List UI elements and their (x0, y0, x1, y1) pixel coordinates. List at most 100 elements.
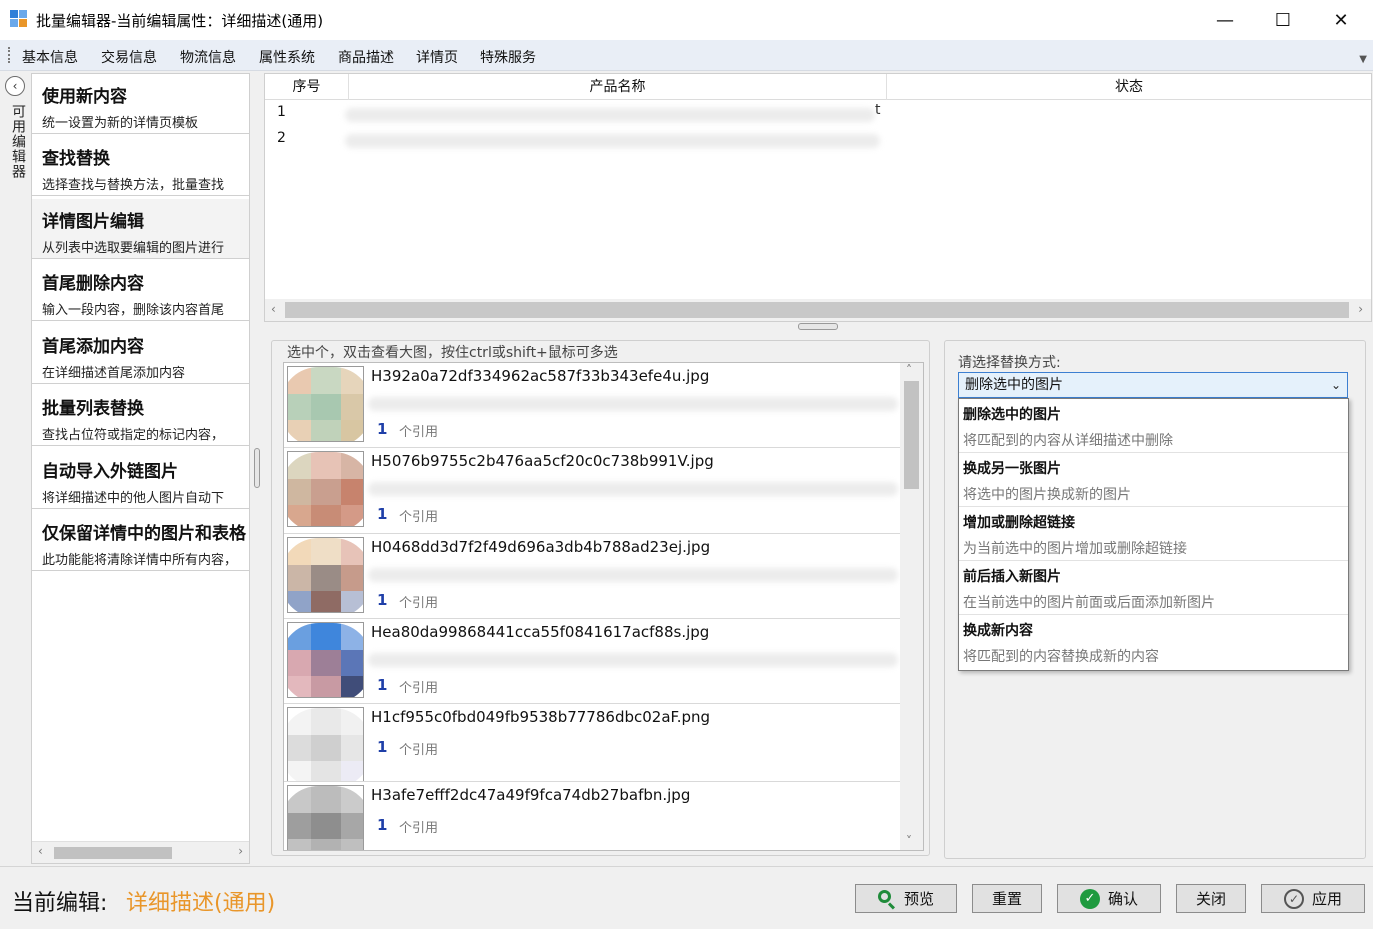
thumbnail-tile (288, 393, 312, 421)
replace-option-delete-image[interactable]: 删除选中的图片 将匹配到的内容从详细描述中删除 (959, 399, 1348, 453)
feature-item-trim-content[interactable]: 首尾删除内容 输入一段内容，删除该内容首尾 (32, 261, 249, 321)
tab-detail-page[interactable]: 详情页 (416, 47, 458, 67)
close-window-button[interactable]: ✕ (1312, 0, 1370, 40)
overflow-chevron-icon[interactable]: ▼ (1359, 54, 1367, 65)
thumbnail-tile (311, 761, 341, 781)
chevron-down-icon[interactable]: ⌄ (1331, 373, 1341, 397)
feature-item-keep-images-tables[interactable]: 仅保留详情中的图片和表格 此功能能将清除详情中所有内容， (32, 511, 249, 571)
tab-trade-info[interactable]: 交易信息 (101, 47, 157, 67)
collapse-sidebar-icon[interactable]: ‹ (5, 76, 25, 96)
image-thumbnail[interactable] (287, 707, 364, 781)
toolbar-grip-icon[interactable] (8, 47, 10, 63)
image-list-item[interactable]: H0468dd3d7f2f49d696a3db4b788ad23ej.jpg 1… (284, 534, 900, 619)
image-file-name: H5076b9755c2b476aa5cf20c0c738b991V.jpg (371, 452, 714, 470)
replace-option-new-content[interactable]: 换成新内容 将匹配到的内容替换成新的内容 (959, 615, 1348, 669)
scrollbar-thumb[interactable] (904, 381, 919, 489)
feature-desc: 在详细描述首尾添加内容 (42, 366, 186, 381)
thumbnail-tile (311, 564, 341, 592)
thumbnail-tile (340, 761, 363, 781)
window-title: 批量编辑器-当前编辑属性：详细描述(通用) (36, 12, 324, 30)
image-thumbnail[interactable] (287, 785, 364, 850)
image-list-item[interactable]: H1cf955c0fbd049fb9538b77786dbc02aF.png 1… (284, 704, 900, 782)
table-header: 序号 产品名称 状态 (265, 74, 1371, 100)
scrollbar-thumb[interactable] (54, 847, 172, 859)
column-header-no[interactable]: 序号 (265, 74, 349, 100)
feature-item-detail-image-edit[interactable]: 详情图片编辑 从列表中选取要编辑的图片进行 (32, 199, 249, 259)
image-thumbnail[interactable] (287, 537, 364, 613)
tab-attribute-system[interactable]: 属性系统 (259, 47, 315, 67)
column-header-name[interactable]: 产品名称 (349, 74, 887, 100)
image-file-name: H1cf955c0fbd049fb9538b77786dbc02aF.png (371, 708, 711, 726)
reset-button[interactable]: 重置 (972, 884, 1042, 913)
feature-desc: 查找占位符或指定的标记内容， (42, 428, 225, 443)
feature-item-add-content[interactable]: 首尾添加内容 在详细描述首尾添加内容 (32, 324, 249, 384)
image-list-item[interactable]: H392a0a72df334962ac587f33b343efe4u.jpg 1… (284, 363, 900, 448)
preview-button[interactable]: 预览 (855, 884, 957, 913)
product-name-redacted (345, 134, 880, 148)
replace-option-insert-image[interactable]: 前后插入新图片 在当前选中的图片前面或后面添加新图片 (959, 561, 1348, 615)
option-desc: 在当前选中的图片前面或后面添加新图片 (963, 595, 1215, 611)
thumbnail-tile (288, 708, 312, 735)
feature-title: 首尾添加内容 (42, 337, 144, 357)
scroll-left-icon[interactable]: ‹ (271, 302, 276, 316)
feature-title: 查找替换 (42, 149, 110, 169)
reference-count: 1 (377, 505, 388, 523)
image-list-scrollbar[interactable]: ˄ ˅ (900, 363, 923, 850)
scroll-down-icon[interactable]: ˅ (906, 834, 912, 848)
tab-special-service[interactable]: 特殊服务 (480, 47, 536, 67)
scroll-right-icon[interactable]: › (1358, 302, 1363, 316)
image-thumbnail[interactable] (287, 366, 364, 442)
image-list: H392a0a72df334962ac587f33b343efe4u.jpg 1… (283, 362, 924, 851)
reference-label: 个引用 (399, 510, 439, 525)
replace-mode-select[interactable]: 删除选中的图片 ⌄ (958, 372, 1348, 398)
confirm-button-label: 确认 (1107, 890, 1138, 908)
horizontal-splitter-handle[interactable] (798, 323, 838, 330)
thumbnail-tile (288, 734, 312, 762)
scroll-left-icon[interactable]: ‹ (38, 844, 43, 858)
current-edit-label: 当前编辑: (12, 891, 108, 916)
thumbnail-tile (288, 839, 312, 850)
image-list-item[interactable]: H3afe7efff2dc47a49f9fca74db27bafbn.jpg 1… (284, 782, 900, 850)
feature-title: 使用新内容 (42, 87, 127, 107)
available-editors-label[interactable]: 可用编辑器 (8, 104, 28, 179)
feature-item-import-external-images[interactable]: 自动导入外链图片 将详细描述中的他人图片自动下 (32, 449, 249, 509)
thumbnail-tile (340, 367, 363, 394)
feature-list-scrollbar[interactable]: ‹ › (32, 841, 249, 863)
table-horizontal-scrollbar[interactable]: ‹ › (265, 299, 1371, 321)
option-desc: 为当前选中的图片增加或删除超链接 (963, 541, 1187, 557)
replace-option-swap-image[interactable]: 换成另一张图片 将选中的图片换成新的图片 (959, 453, 1348, 507)
image-list-item[interactable]: Hea80da99868441cca55f0841617acf88s.jpg 1… (284, 619, 900, 704)
feature-item-use-new-content[interactable]: 使用新内容 统一设置为新的详情页模板 (32, 74, 249, 134)
minimize-button[interactable]: — (1196, 0, 1254, 40)
feature-item-find-replace[interactable]: 查找替换 选择查找与替换方法，批量查找 (32, 136, 249, 196)
replace-option-hyperlink[interactable]: 增加或删除超链接 为当前选中的图片增加或删除超链接 (959, 507, 1348, 561)
table-row[interactable]: 1 t (265, 100, 1371, 126)
scrollbar-thumb[interactable] (285, 302, 1349, 318)
image-thumbnail[interactable] (287, 451, 364, 527)
tab-basic-info[interactable]: 基本信息 (22, 47, 78, 67)
apply-button[interactable]: ✓ 应用 (1261, 884, 1365, 913)
option-title: 换成新内容 (963, 623, 1033, 639)
image-list-item[interactable]: H5076b9755c2b476aa5cf20c0c738b991V.jpg 1… (284, 448, 900, 534)
thumbnail-tile (288, 623, 312, 650)
vertical-splitter-handle[interactable] (254, 448, 260, 488)
column-header-status[interactable]: 状态 (887, 74, 1371, 100)
image-thumbnail[interactable] (287, 622, 364, 698)
product-table: 序号 产品名称 状态 1 t 2 ‹ › (264, 73, 1372, 322)
confirm-button[interactable]: ✓ 确认 (1057, 884, 1161, 913)
thumbnail-tile (311, 839, 341, 850)
table-row[interactable]: 2 (265, 126, 1371, 152)
scroll-right-icon[interactable]: › (238, 844, 243, 858)
thumbnail-tile (288, 452, 312, 479)
thumbnail-tile (288, 812, 312, 840)
scroll-up-icon[interactable]: ˄ (906, 363, 912, 377)
feature-item-batch-list-replace[interactable]: 批量列表替换 查找占位符或指定的标记内容， (32, 386, 249, 446)
close-button[interactable]: 关闭 (1176, 884, 1246, 913)
thumbnail-tile (340, 393, 363, 421)
tab-logistics-info[interactable]: 物流信息 (180, 47, 236, 67)
thumbnail-tile (311, 591, 341, 612)
editor-sidebar-strip: ‹ 可用编辑器 (0, 72, 30, 866)
reference-count: 1 (377, 591, 388, 609)
tab-product-description[interactable]: 商品描述 (338, 47, 394, 67)
maximize-button[interactable]: ☐ (1254, 0, 1312, 40)
